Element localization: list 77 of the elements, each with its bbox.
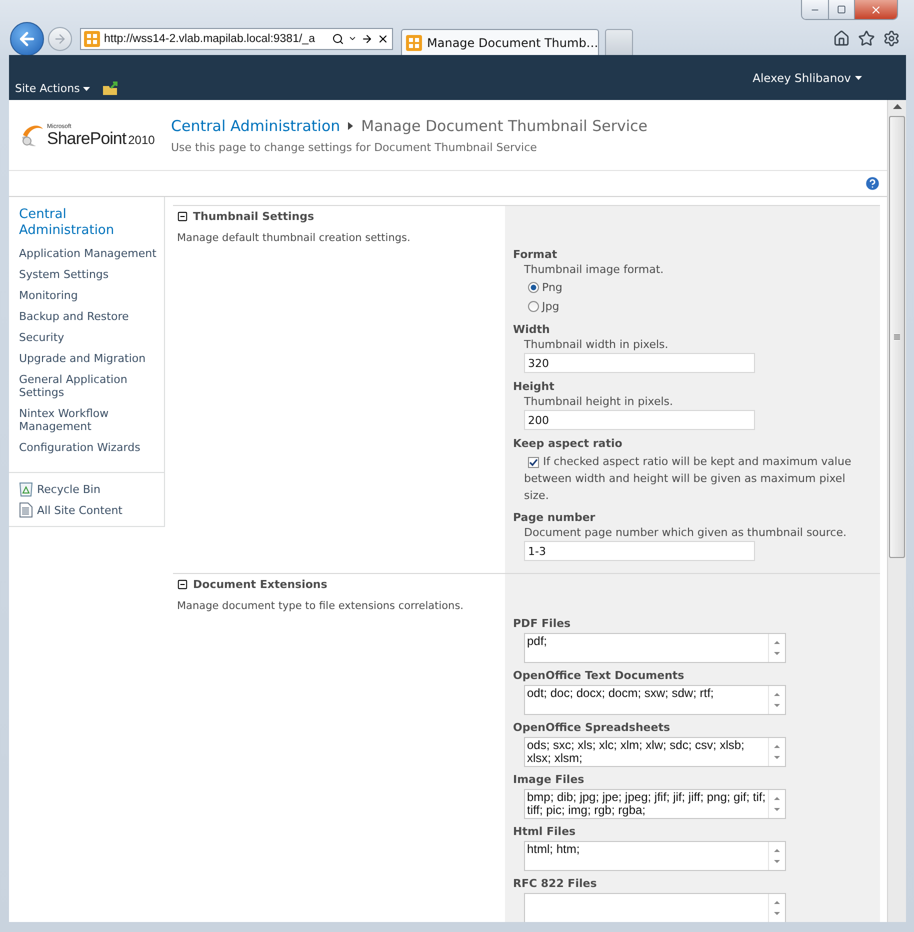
field-hint: Thumbnail image format.: [524, 262, 665, 278]
field-label: Image Files: [513, 772, 586, 787]
extensions-field[interactable]: [524, 893, 786, 922]
text-field[interactable]: 200: [524, 410, 755, 430]
close-button[interactable]: [854, 0, 897, 19]
text-field[interactable]: 320: [524, 353, 755, 373]
radio-option[interactable]: Jpg: [528, 297, 872, 316]
extensions-field[interactable]: bmp; dib; jpg; jpe; jpeg; jfif; jif; jiff; png; gif; tif; tiff; pic; img; rgb; rgba;: [524, 789, 786, 819]
page-description: Use this page to change settings for Document Thumbnail Service: [171, 140, 538, 154]
site-icon: [406, 34, 422, 50]
field-label: Width: [513, 322, 551, 337]
field-hint: Thumbnail width in pixels.: [524, 337, 670, 353]
radio-option[interactable]: Png: [528, 278, 872, 297]
maximize-icon: [837, 5, 846, 14]
extensions-field[interactable]: ods; sxc; xls; xlc; xlm; xlw; sdc; csv; xlsb; xlsx; xlsm;: [524, 737, 786, 767]
help-icon[interactable]: [864, 175, 881, 192]
field-label: Keep aspect ratio: [513, 436, 624, 451]
nav-link[interactable]: Nintex Workflow Management: [19, 407, 164, 433]
go-arrow-icon: [361, 32, 373, 44]
collapse-icon[interactable]: [177, 211, 188, 222]
field-label: OpenOffice Spreadsheets: [513, 720, 672, 735]
search-icon: [332, 32, 344, 44]
section-title: Thumbnail Settings: [193, 210, 314, 223]
checkbox-description: If checked aspect ratio will be kept and maximum value between width and height will be given as maximum pixel size.: [524, 454, 852, 504]
nav-link[interactable]: Configuration Wizards: [19, 441, 164, 454]
section-description: Manage default thumbnail creation settings.: [177, 232, 412, 244]
text-field[interactable]: 1-3: [524, 541, 755, 561]
recycle-bin-icon: [19, 481, 33, 497]
field-label: Format: [513, 247, 558, 262]
collapse-icon[interactable]: [177, 579, 188, 590]
extensions-field[interactable]: pdf;: [524, 633, 786, 663]
field-hint: Document page number which given as thumbnail source.: [524, 525, 848, 541]
field-label: Height: [513, 379, 556, 394]
section-title: Document Extensions: [193, 578, 328, 591]
nav-link[interactable]: All Site Content: [19, 502, 164, 518]
nav-link[interactable]: Upgrade and Migration: [19, 352, 164, 365]
maximize-button[interactable]: [828, 0, 854, 19]
radio-button[interactable]: [528, 301, 539, 312]
breadcrumb-link[interactable]: Manage Document Thumbnail Service: [361, 116, 648, 134]
caret-icon: [82, 86, 90, 90]
checkbox[interactable]: [528, 457, 539, 468]
back-button[interactable]: [10, 22, 44, 56]
dropdown-icon: [348, 34, 357, 43]
nav-link[interactable]: Application Management: [19, 247, 164, 260]
radio-button[interactable]: [528, 282, 539, 293]
document-icon: [19, 502, 33, 518]
site-icon: [84, 30, 100, 46]
extensions-field[interactable]: odt; doc; docx; docm; sxw; sdw; rtf;: [524, 685, 786, 715]
home-icon: [833, 30, 850, 47]
address-bar[interactable]: http://wss14-2.vlab.mapilab.local:9381/_a: [80, 28, 393, 50]
close-icon: [870, 4, 882, 16]
caret-icon: [855, 76, 862, 80]
nav-heading[interactable]: Central Administration: [19, 207, 164, 239]
field-label: RFC 822 Files: [513, 876, 598, 891]
nav-link[interactable]: Monitoring: [19, 289, 164, 302]
breadcrumb-arrow-icon: [348, 122, 354, 130]
field-hint: Thumbnail height in pixels.: [524, 394, 674, 410]
scrollbar-thumb[interactable]: [889, 116, 905, 558]
site-actions-menu[interactable]: Site Actions: [9, 82, 96, 100]
settings-icon: [883, 30, 900, 47]
breadcrumb-link[interactable]: Central Administration: [171, 116, 340, 134]
folder-arrow-icon[interactable]: [102, 81, 120, 96]
extensions-field[interactable]: html; htm;: [524, 841, 786, 871]
field-label: Page number: [513, 510, 596, 525]
stop-icon: [377, 32, 389, 44]
nav-link[interactable]: System Settings: [19, 268, 164, 281]
field-label: OpenOffice Text Documents: [513, 668, 686, 683]
browser-tab[interactable]: Manage Document Thumb…: [401, 29, 599, 55]
star-icon: [858, 30, 875, 47]
user-menu[interactable]: Alexey Shlibanov: [752, 71, 906, 85]
field-label: Html Files: [513, 824, 577, 839]
nav-link[interactable]: Backup and Restore: [19, 310, 164, 323]
section-description: Manage document type to file extensions correlations.: [177, 600, 465, 612]
nav-link[interactable]: Recycle Bin: [19, 481, 164, 497]
nav-link[interactable]: General Application Settings: [19, 373, 164, 399]
nav-link[interactable]: Security: [19, 331, 164, 344]
field-label: PDF Files: [513, 616, 572, 631]
